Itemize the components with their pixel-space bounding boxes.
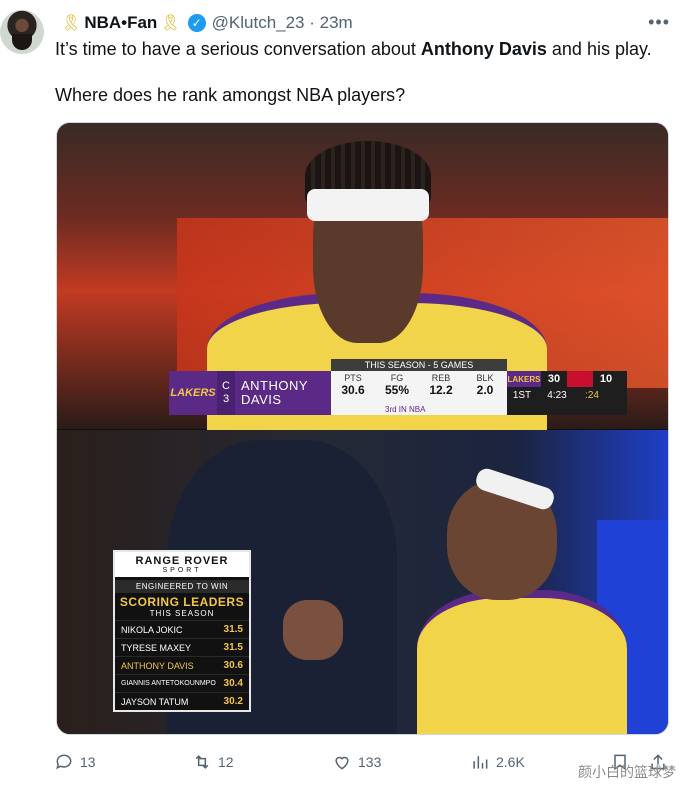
- more-icon[interactable]: •••: [648, 12, 670, 33]
- handle[interactable]: @Klutch_23: [212, 13, 305, 33]
- player-jersey: [417, 590, 627, 734]
- away-score: 10: [599, 373, 613, 385]
- home-team-logo: LAKERS: [507, 371, 541, 387]
- verified-icon: ✓: [187, 14, 206, 32]
- team-logo: LAKERS: [169, 371, 217, 415]
- retweet-icon: [195, 755, 209, 769]
- stat-label: REB: [431, 373, 451, 383]
- quarter: 1ST: [512, 389, 532, 401]
- tweet-text-post: and his play.: [546, 39, 652, 59]
- leader-value: 30.4: [223, 678, 243, 689]
- stat-value: 12.2: [429, 383, 453, 397]
- tweet-text: It’s time to have a serious conversation…: [55, 38, 675, 106]
- stat-value: 55%: [384, 383, 410, 397]
- leader-name: GIANNIS ANTETOKOUNMPO: [121, 680, 216, 687]
- player-headband: [307, 189, 429, 221]
- views-button[interactable]: 2.6K: [470, 752, 525, 772]
- season-label: THIS SEASON - 5 GAMES: [331, 359, 507, 371]
- leaders-subtitle: THIS SEASON: [149, 609, 215, 618]
- leaders-title: SCORING LEADERS: [119, 595, 245, 609]
- sponsor-brand: RANGE ROVER: [115, 552, 249, 567]
- view-count: 2.6K: [496, 754, 525, 770]
- away-team-logo: [567, 371, 593, 387]
- tweet-header: 🎗 NBA•Fan 🎗 ✓ @Klutch_23 · 23m •••: [58, 12, 670, 34]
- leader-name: ANTHONY DAVIS: [121, 660, 194, 671]
- leader-row: ANTHONY DAVIS 30.6: [115, 656, 249, 674]
- stat-blk: BLK 2.0: [465, 373, 505, 397]
- tweet-media[interactable]: LAKERS C 3 ANTHONY DAVIS THIS SEASON - 5…: [56, 122, 669, 735]
- display-name[interactable]: NBA•Fan: [84, 13, 157, 33]
- watermark: 颜小白的篮球梦: [578, 764, 676, 780]
- stat-value: 2.0: [476, 383, 494, 397]
- fan-hands: [283, 600, 343, 660]
- timestamp[interactable]: 23m: [320, 13, 353, 33]
- leader-value: 30.2: [223, 696, 243, 707]
- player-name: ANTHONY DAVIS: [235, 371, 331, 415]
- season-stats: THIS SEASON - 5 GAMES PTS 30.6 FG 55% REB 1…: [331, 359, 507, 415]
- rank-note: 3rd IN NBA: [385, 405, 426, 414]
- leader-value: 31.5: [223, 624, 243, 635]
- shot-clock: :24: [585, 389, 599, 401]
- score-bug: LAKERS C 3 ANTHONY DAVIS THIS SEASON - 5…: [169, 359, 627, 415]
- tweet-text-line2: Where does he rank amongst NBA players?: [55, 85, 406, 105]
- like-count: 133: [358, 754, 382, 770]
- sponsor-tagline: ENGINEERED TO WIN: [115, 580, 249, 593]
- stat-value: 30.6: [341, 383, 365, 397]
- leader-row: NIKOLA JOKIC 31.5: [115, 620, 249, 638]
- avatar-beard: [12, 34, 32, 50]
- stat-label: FG: [390, 373, 404, 383]
- avatar[interactable]: [0, 10, 44, 54]
- reply-count: 13: [80, 754, 96, 770]
- tweet-text-bold: Anthony Davis: [420, 39, 547, 59]
- stat-label: PTS: [344, 373, 362, 383]
- game-score: LAKERS 30 10 1ST 4:23 :24: [507, 371, 627, 415]
- jersey-number: 3: [222, 393, 230, 405]
- views-icon: [473, 756, 488, 769]
- retweet-count: 12: [218, 754, 234, 770]
- sponsor-sub: SPORT: [115, 567, 249, 577]
- media-photo-bottom[interactable]: RANGE ROVER SPORT ENGINEERED TO WIN SCOR…: [57, 430, 668, 734]
- leader-value: 31.5: [223, 642, 243, 653]
- like-button[interactable]: 133: [332, 752, 381, 772]
- stat-reb: REB 12.2: [421, 373, 461, 397]
- stat-fg: FG 55%: [377, 373, 417, 397]
- ribbon-icon: 🎗: [61, 15, 82, 32]
- home-score: 30: [547, 373, 561, 385]
- leader-name: TYRESE MAXEY: [121, 642, 192, 653]
- leader-row: TYRESE MAXEY 31.5: [115, 638, 249, 656]
- position-letter: C: [222, 380, 230, 392]
- ribbon-icon: 🎗: [160, 15, 181, 32]
- player-last-name: DAVIS: [241, 392, 282, 407]
- stat-pts: PTS 30.6: [333, 373, 373, 397]
- player-position: C 3: [217, 371, 235, 415]
- leader-row: JAYSON TATUM 30.2: [115, 692, 249, 710]
- scoring-leaders-graphic: RANGE ROVER SPORT ENGINEERED TO WIN SCOR…: [113, 550, 251, 712]
- player-first-name: ANTHONY: [241, 378, 309, 393]
- separator-dot: ·: [304, 13, 320, 32]
- leader-name: NIKOLA JOKIC: [121, 624, 183, 635]
- stat-label: BLK: [476, 373, 494, 383]
- reply-button[interactable]: 13: [54, 752, 96, 772]
- like-icon: [335, 756, 349, 770]
- media-photo-top[interactable]: LAKERS C 3 ANTHONY DAVIS THIS SEASON - 5…: [57, 123, 668, 433]
- retweet-button[interactable]: 12: [192, 752, 234, 772]
- reply-icon: [56, 754, 72, 770]
- game-clock: 4:23: [547, 389, 567, 401]
- leader-value: 30.6: [223, 660, 243, 671]
- leader-name: JAYSON TATUM: [121, 696, 189, 707]
- leader-row: GIANNIS ANTETOKOUNMPO 30.4: [115, 674, 249, 692]
- tweet-text-pre: It’s time to have a serious conversation…: [55, 39, 421, 59]
